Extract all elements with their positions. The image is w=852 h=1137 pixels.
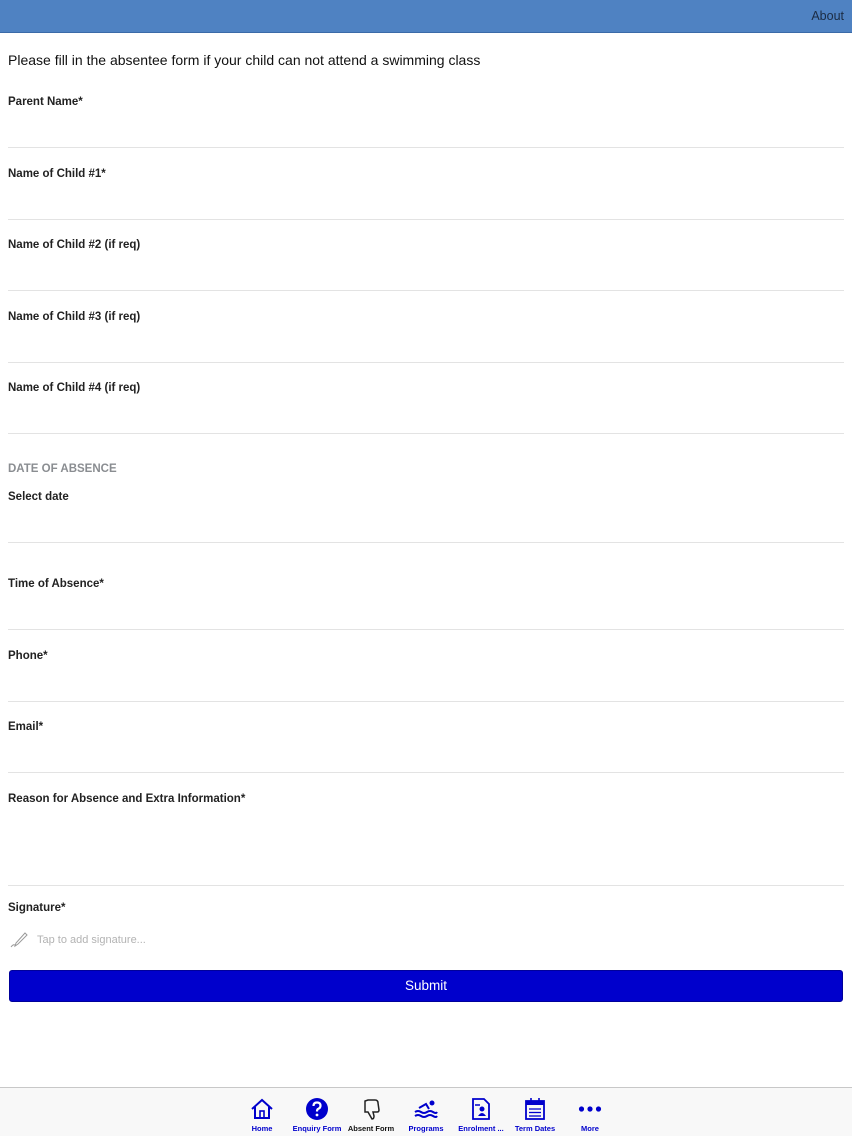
more-icon — [578, 1106, 602, 1112]
submit-button[interactable]: Submit — [9, 970, 843, 1002]
signature-pad[interactable]: Tap to add signature... — [8, 930, 844, 952]
bottom-tab-bar: Home Enquiry Form Absent Form Programs E… — [0, 1087, 852, 1136]
thumbs-down-icon — [364, 1099, 380, 1120]
child3-input[interactable] — [8, 329, 844, 359]
signature-label: Signature* — [8, 902, 66, 914]
parent-name-label: Parent Name* — [8, 96, 83, 108]
top-bar: About — [0, 0, 852, 33]
phone-field: Phone* — [8, 650, 844, 702]
child2-label: Name of Child #2 (if req) — [8, 239, 141, 251]
child4-input[interactable] — [8, 400, 844, 430]
child1-field: Name of Child #1* — [8, 168, 844, 220]
tab-more[interactable]: More — [560, 1088, 620, 1137]
select-date-label: Select date — [8, 491, 69, 503]
select-date-field[interactable]: Select date — [8, 491, 844, 543]
date-section-heading: DATE OF ABSENCE — [8, 463, 117, 475]
child2-input[interactable] — [8, 257, 844, 287]
reason-label: Reason for Absence and Extra Information… — [8, 793, 246, 805]
question-icon — [306, 1098, 328, 1120]
email-label: Email* — [8, 721, 44, 733]
home-icon — [251, 1098, 273, 1119]
email-field: Email* — [8, 721, 844, 773]
calendar-icon — [525, 1098, 545, 1120]
document-user-icon — [472, 1098, 490, 1120]
child2-field: Name of Child #2 (if req) — [8, 239, 844, 291]
select-date-input[interactable] — [8, 509, 844, 539]
phone-label: Phone* — [8, 650, 48, 662]
parent-name-field: Parent Name* — [8, 96, 844, 148]
time-field: Time of Absence* — [8, 578, 844, 630]
child4-field: Name of Child #4 (if req) — [8, 382, 844, 434]
reason-field: Reason for Absence and Extra Information… — [8, 793, 844, 886]
time-label: Time of Absence* — [8, 578, 104, 590]
child1-input[interactable] — [8, 186, 844, 216]
time-input[interactable] — [8, 596, 844, 626]
tab-more-label: More — [581, 1124, 599, 1133]
child3-label: Name of Child #3 (if req) — [8, 311, 141, 323]
parent-name-input[interactable] — [8, 114, 844, 144]
child3-field: Name of Child #3 (if req) — [8, 311, 844, 363]
email-input[interactable] — [8, 739, 844, 769]
about-link[interactable]: About — [811, 9, 844, 23]
pen-icon — [10, 932, 28, 948]
form-intro: Please fill in the absentee form if your… — [8, 52, 481, 68]
child4-label: Name of Child #4 (if req) — [8, 382, 141, 394]
child1-label: Name of Child #1* — [8, 168, 106, 180]
reason-textarea[interactable] — [8, 811, 844, 881]
swimmer-icon — [414, 1100, 438, 1118]
phone-input[interactable] — [8, 668, 844, 698]
signature-placeholder: Tap to add signature... — [37, 934, 146, 946]
